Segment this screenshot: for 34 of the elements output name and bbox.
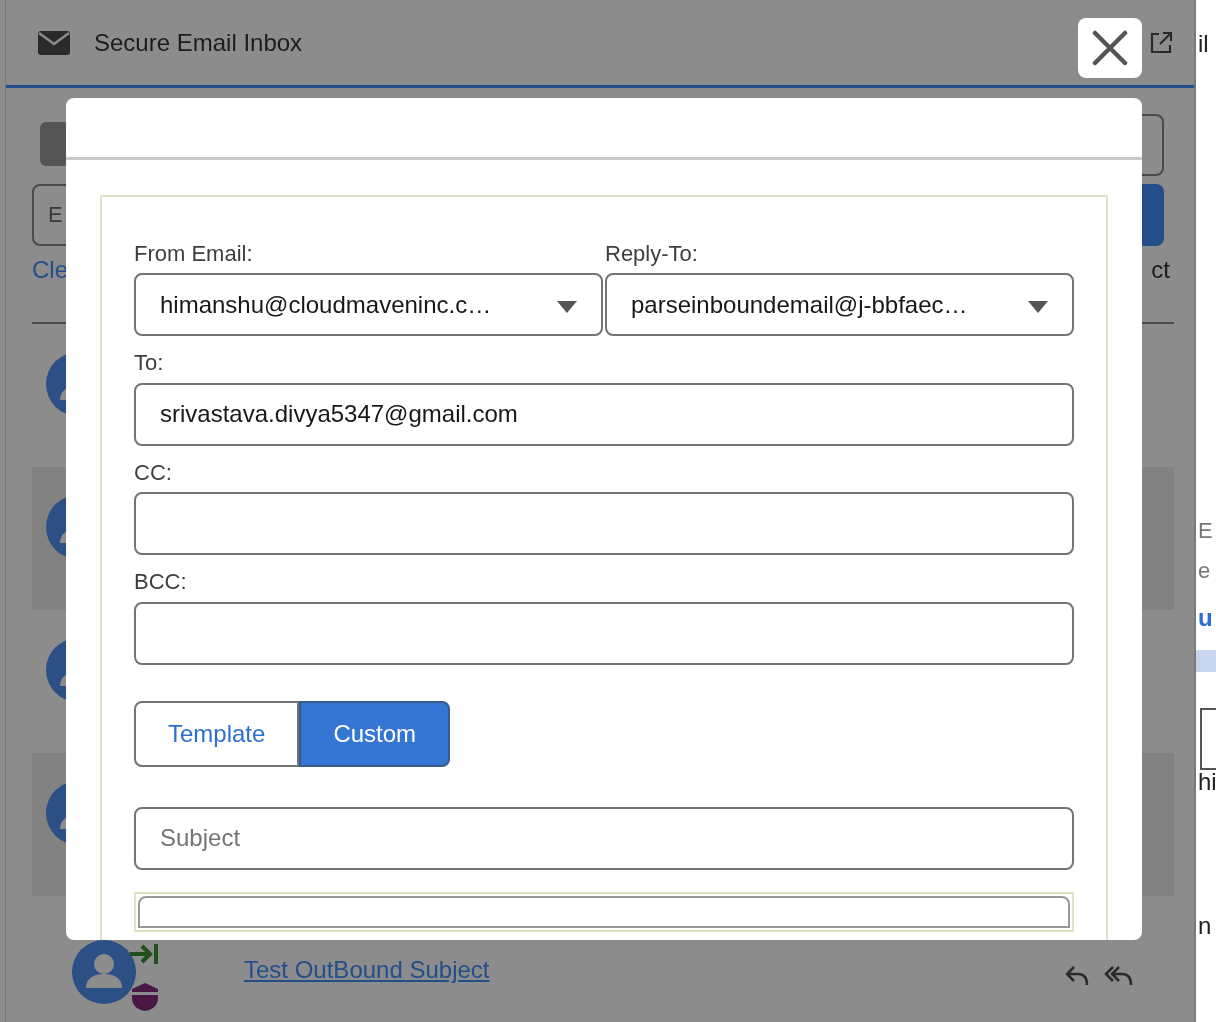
link-fragment[interactable]: u bbox=[1196, 606, 1216, 630]
field-label: BCC: bbox=[134, 569, 188, 596]
header-band bbox=[1196, 650, 1216, 672]
field-label: To: bbox=[134, 350, 165, 377]
text-fragment: n bbox=[1197, 914, 1213, 938]
caret-icon bbox=[1028, 300, 1048, 313]
text-fragment: E bbox=[1197, 520, 1214, 542]
field-label: CC: bbox=[134, 459, 173, 487]
close-icon bbox=[1092, 30, 1128, 66]
external-link-icon[interactable] bbox=[1148, 29, 1174, 56]
text-fragment: e bbox=[1197, 560, 1212, 582]
subject-field[interactable]: Subject bbox=[134, 806, 1074, 870]
subject-link[interactable]: Test OutBound Subject bbox=[244, 952, 490, 988]
field-label: Reply-To: bbox=[605, 241, 699, 268]
tab[interactable]: Template bbox=[134, 700, 300, 767]
reply-all-icon[interactable] bbox=[1104, 964, 1134, 988]
tab[interactable]: Custom bbox=[299, 700, 451, 767]
clear-link[interactable]: Cle bbox=[32, 252, 68, 288]
outbound-arrow-icon bbox=[128, 942, 160, 966]
field-label: From Email: bbox=[134, 241, 254, 268]
table-frame bbox=[1200, 708, 1216, 770]
envelope-icon bbox=[38, 30, 70, 55]
close-button[interactable] bbox=[1078, 18, 1142, 78]
caret-icon bbox=[557, 300, 577, 313]
select-label: ct bbox=[1151, 255, 1170, 285]
input-field[interactable]: srivastava.divya5347@gmail.com bbox=[134, 382, 1074, 446]
select-field[interactable]: parseinboundemail@j-bbfaec… bbox=[605, 273, 1074, 337]
select-field[interactable]: himanshu@cloudmaveninc.c… bbox=[134, 273, 603, 337]
avatar-icon bbox=[72, 940, 136, 1004]
badge-icon bbox=[130, 982, 160, 1012]
panel-title: Secure Email Inbox bbox=[94, 27, 303, 58]
text-fragment: il bbox=[1197, 32, 1210, 56]
reply-icon[interactable] bbox=[1064, 964, 1090, 988]
text-fragment: hi bbox=[1197, 770, 1216, 794]
